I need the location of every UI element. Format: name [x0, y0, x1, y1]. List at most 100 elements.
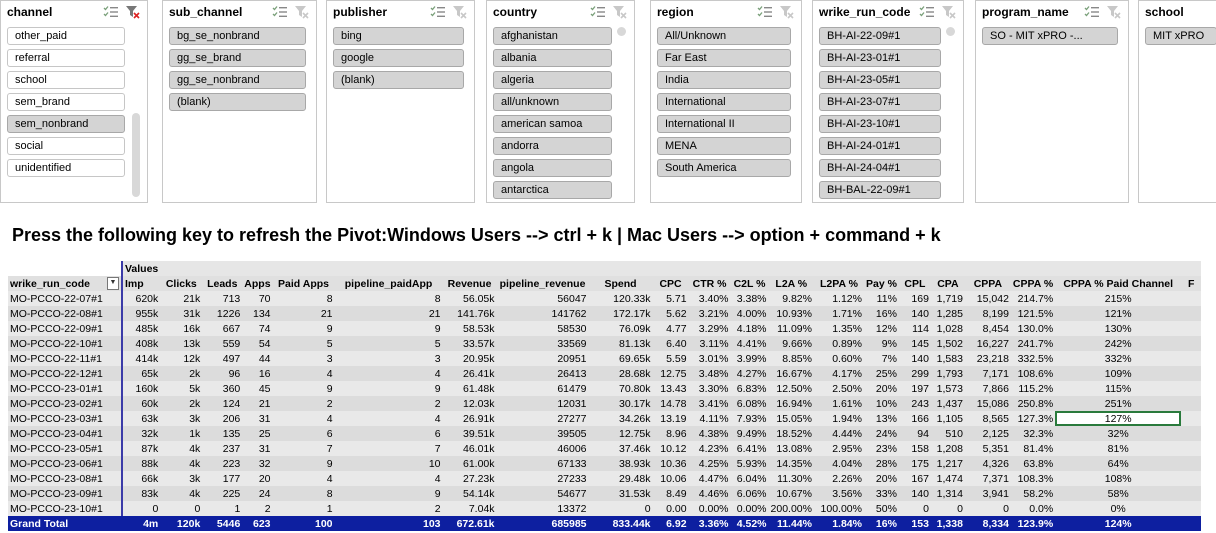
table-cell[interactable]: 61479: [496, 381, 589, 396]
table-cell[interactable]: 2k: [160, 396, 203, 411]
table-cell[interactable]: 4.44%: [813, 426, 864, 441]
table-cell[interactable]: [1181, 321, 1202, 336]
table-cell[interactable]: 3: [272, 351, 335, 366]
slicer-item[interactable]: american samoa: [493, 115, 612, 133]
table-cell[interactable]: 81%: [1055, 441, 1182, 456]
table-cell[interactable]: 56.05k: [442, 291, 497, 306]
table-cell[interactable]: [1181, 396, 1202, 411]
table-cell[interactable]: 70.80k: [588, 381, 653, 396]
table-cell[interactable]: 24%: [863, 426, 899, 441]
slicer-item[interactable]: social: [7, 137, 125, 155]
table-cell[interactable]: 16.94%: [768, 396, 814, 411]
table-cell[interactable]: 127%: [1055, 411, 1182, 426]
table-cell[interactable]: 10.67%: [768, 486, 814, 501]
row-label[interactable]: MO-PCCO-23-04#1: [8, 426, 123, 441]
table-cell[interactable]: 31: [242, 441, 273, 456]
table-cell[interactable]: 1,474: [930, 471, 965, 486]
table-cell[interactable]: 166: [898, 411, 931, 426]
table-cell[interactable]: 32k: [122, 426, 161, 441]
table-cell[interactable]: 3k: [160, 471, 203, 486]
slicer-item[interactable]: gg_se_nonbrand: [169, 71, 306, 89]
table-cell[interactable]: 214.7%: [1010, 291, 1056, 306]
table-cell[interactable]: 21: [242, 396, 273, 411]
table-cell[interactable]: 13k: [160, 336, 203, 351]
table-cell[interactable]: 10.93%: [768, 306, 814, 321]
slicer-scroll-handle[interactable]: [617, 27, 626, 36]
table-cell[interactable]: 12%: [863, 321, 899, 336]
table-cell[interactable]: 10.12: [652, 441, 689, 456]
table-cell[interactable]: 120.33k: [588, 291, 653, 306]
table-cell[interactable]: 32.3%: [1010, 426, 1056, 441]
table-cell[interactable]: 1,793: [930, 366, 965, 381]
table-cell[interactable]: 63k: [122, 411, 161, 426]
grand-total-cell[interactable]: 1.84%: [813, 516, 864, 531]
table-cell[interactable]: 0: [930, 501, 965, 516]
table-cell[interactable]: 215%: [1055, 291, 1182, 306]
table-cell[interactable]: 28%: [863, 456, 899, 471]
table-cell[interactable]: 172.17k: [588, 306, 653, 321]
table-cell[interactable]: 88k: [122, 456, 161, 471]
row-label[interactable]: MO-PCCO-23-02#1: [8, 396, 123, 411]
grand-total-cell[interactable]: 153: [898, 516, 931, 531]
clear-filter-icon[interactable]: [612, 5, 628, 19]
table-cell[interactable]: 18.52%: [768, 426, 814, 441]
table-cell[interactable]: [1181, 411, 1202, 426]
clear-filter-icon[interactable]: [779, 5, 795, 19]
table-cell[interactable]: 10: [334, 456, 443, 471]
grand-total-cell[interactable]: 100: [272, 516, 335, 531]
table-cell[interactable]: 50%: [863, 501, 899, 516]
table-cell[interactable]: 4.04%: [813, 456, 864, 471]
clear-filter-icon[interactable]: [941, 5, 957, 19]
slicer-item[interactable]: South America: [657, 159, 791, 177]
row-label[interactable]: MO-PCCO-23-08#1: [8, 471, 123, 486]
slicer-item[interactable]: albania: [493, 49, 612, 67]
table-cell[interactable]: 16k: [160, 321, 203, 336]
row-label[interactable]: MO-PCCO-23-09#1: [8, 486, 123, 501]
table-cell[interactable]: 510: [930, 426, 965, 441]
table-cell[interactable]: 1,208: [930, 441, 965, 456]
grand-total-cell[interactable]: 16%: [863, 516, 899, 531]
table-cell[interactable]: 67133: [496, 456, 589, 471]
table-cell[interactable]: 27233: [496, 471, 589, 486]
table-cell[interactable]: 3.11%: [688, 336, 731, 351]
table-cell[interactable]: 6.41%: [730, 441, 769, 456]
table-cell[interactable]: 3.29%: [688, 321, 731, 336]
table-cell[interactable]: 12.03k: [442, 396, 497, 411]
table-cell[interactable]: 7,866: [964, 381, 1011, 396]
table-cell[interactable]: 1.71%: [813, 306, 864, 321]
table-cell[interactable]: 2: [242, 501, 273, 516]
table-cell[interactable]: 76.09k: [588, 321, 653, 336]
table-cell[interactable]: 13372: [496, 501, 589, 516]
slicer-item[interactable]: (blank): [169, 93, 306, 111]
table-cell[interactable]: 12.75: [652, 366, 689, 381]
slicer-item[interactable]: referral: [7, 49, 125, 67]
slicer-item[interactable]: BH-AI-24-01#1: [819, 137, 941, 155]
table-cell[interactable]: 3.30%: [688, 381, 731, 396]
table-cell[interactable]: 299: [898, 366, 931, 381]
table-cell[interactable]: 0.0%: [1010, 501, 1056, 516]
slicer-item[interactable]: other_paid: [7, 27, 125, 45]
slicer-item[interactable]: all/unknown: [493, 93, 612, 111]
table-cell[interactable]: 26.91k: [442, 411, 497, 426]
table-cell[interactable]: 56047: [496, 291, 589, 306]
table-cell[interactable]: 9%: [863, 336, 899, 351]
table-cell[interactable]: 9: [334, 321, 443, 336]
row-label[interactable]: MO-PCCO-23-03#1: [8, 411, 123, 426]
table-cell[interactable]: 4: [272, 366, 335, 381]
table-cell[interactable]: 26413: [496, 366, 589, 381]
table-cell[interactable]: 25: [242, 426, 273, 441]
table-cell[interactable]: 74: [242, 321, 273, 336]
grand-total-cell[interactable]: 11.44%: [768, 516, 814, 531]
table-cell[interactable]: 7: [272, 441, 335, 456]
table-cell[interactable]: 44: [242, 351, 273, 366]
table-cell[interactable]: 955k: [122, 306, 161, 321]
table-cell[interactable]: 46.01k: [442, 441, 497, 456]
table-cell[interactable]: 1k: [160, 426, 203, 441]
table-cell[interactable]: 0: [898, 501, 931, 516]
grand-total-cell[interactable]: 6.92: [652, 516, 689, 531]
grand-total-cell[interactable]: 833.44k: [588, 516, 653, 531]
table-cell[interactable]: 7.93%: [730, 411, 769, 426]
table-cell[interactable]: 5.62: [652, 306, 689, 321]
table-cell[interactable]: 7.04k: [442, 501, 497, 516]
row-label[interactable]: MO-PCCO-23-01#1: [8, 381, 123, 396]
